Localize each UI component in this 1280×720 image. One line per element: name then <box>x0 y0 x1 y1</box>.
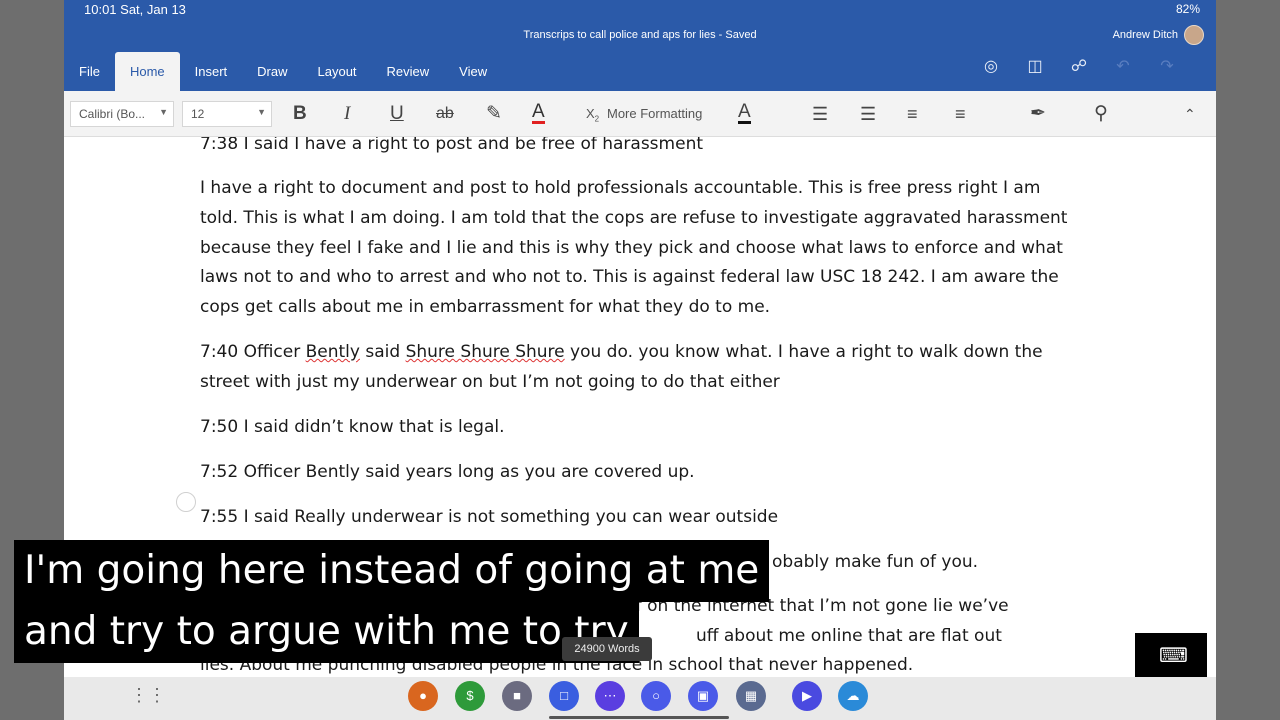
title-bar: 10:01 Sat, Jan 13 82% Transcrips to call… <box>64 0 1216 91</box>
status-time: 10:01 Sat, Jan 13 <box>84 2 186 17</box>
app-icon-money[interactable]: $ <box>455 681 485 711</box>
bold-button[interactable]: B <box>293 103 307 125</box>
strikethrough-button[interactable]: ab <box>436 103 454 125</box>
lightbulb-icon[interactable]: ◎ <box>982 58 1000 76</box>
title-actions: ◎ ◫ ☍ ↶ ↷ <box>982 58 1176 76</box>
font-name-dropdown[interactable]: Calibri (Bo... ▼ <box>70 101 174 127</box>
app-icon-messages[interactable]: ⋯ <box>595 681 625 711</box>
subscript-button[interactable]: X2 <box>586 106 599 124</box>
tab-layout[interactable]: Layout <box>303 52 372 91</box>
styles-icon[interactable]: ✒ <box>1030 103 1046 125</box>
app-icon-folder[interactable]: ■ <box>502 681 532 711</box>
font-size-dropdown[interactable]: 12 ▼ <box>182 101 272 127</box>
subscript-label: X <box>586 106 595 121</box>
app-icon-photos[interactable]: ● <box>408 681 438 711</box>
app-icon-files[interactable]: □ <box>549 681 579 711</box>
user-name[interactable]: Andrew Ditch <box>1113 29 1178 41</box>
paragraph: 7:38 I said I have a right to post and b… <box>200 137 704 154</box>
tab-insert[interactable]: Insert <box>180 52 243 91</box>
undo-icon[interactable]: ↶ <box>1114 58 1132 76</box>
chevron-down-icon: ▼ <box>159 107 168 117</box>
tab-home[interactable]: Home <box>114 52 180 91</box>
app-icon-browser[interactable]: ○ <box>641 681 671 711</box>
taskbar-dock: ⋮⋮ ● $ ■ □ ⋯ ○ ▣ ▦ ▶ ☁ <box>64 677 1216 720</box>
tab-view[interactable]: View <box>444 52 502 91</box>
app-icon-video[interactable]: ▶ <box>792 681 822 711</box>
collapse-ribbon-icon[interactable]: ⌃ <box>1184 103 1196 125</box>
paragraph: 7:55 I said Really underwear is not some… <box>200 507 779 527</box>
redo-icon[interactable]: ↷ <box>1158 58 1176 76</box>
ribbon-tabs: File Home Insert Draw Layout Review View <box>64 52 502 91</box>
highlighter-icon[interactable]: ✎ <box>486 103 502 125</box>
battery-status: 82% <box>1176 2 1200 16</box>
video-caption-line-2: and try to argue with me to try <box>14 601 639 663</box>
battery-level: 82% <box>1175 2 1200 16</box>
paragraph-fragment: uff about me online that are flat out <box>696 626 1002 646</box>
font-name-value: Calibri (Bo... <box>79 107 146 121</box>
app-icon-apps[interactable]: ▦ <box>736 681 766 711</box>
paragraph-text: 7:40 Officer Bently said Shure Shure Shu… <box>200 342 1043 392</box>
italic-button[interactable]: I <box>344 103 350 125</box>
chevron-down-icon: ▼ <box>257 107 266 117</box>
paragraph: 7:50 I said didn’t know that is legal. <box>200 417 505 437</box>
paragraph-handle[interactable] <box>176 492 196 512</box>
paragraph-spacing-icon[interactable]: ≡ <box>955 103 966 125</box>
more-formatting-button[interactable]: More Formatting <box>607 106 702 121</box>
word-count-badge: 24900 Words <box>562 637 652 661</box>
text-color-button[interactable]: A <box>738 102 751 124</box>
font-color-button[interactable]: A <box>532 102 545 124</box>
avatar[interactable] <box>1184 25 1204 45</box>
tab-draw[interactable]: Draw <box>242 52 302 91</box>
app-icon-camera[interactable]: ▣ <box>688 681 718 711</box>
document-title[interactable]: Transcrips to call police and aps for li… <box>64 29 1216 41</box>
home-toolbar: Calibri (Bo... ▼ 12 ▼ B I U ab ✎ A X2 Mo… <box>64 91 1216 137</box>
app-drawer-icon[interactable]: ⋮⋮ <box>130 685 166 706</box>
bullets-icon[interactable]: ☰ <box>812 103 828 125</box>
underline-button[interactable]: U <box>390 103 404 125</box>
align-left-icon[interactable]: ≡ <box>907 103 918 125</box>
reading-view-icon[interactable]: ◫ <box>1026 58 1044 76</box>
font-size-value: 12 <box>191 107 205 121</box>
video-caption-line-1: I'm going here instead of going at me <box>14 540 770 602</box>
paragraph-fragment: obably make fun of you. <box>772 552 979 572</box>
share-icon[interactable]: ☍ <box>1070 58 1088 76</box>
app-icon-cloud[interactable]: ☁ <box>838 681 868 711</box>
paragraph: 7:52 Officer Bently said years long as y… <box>200 462 695 482</box>
keyboard-icon: ⌨ <box>1159 645 1188 667</box>
tab-file[interactable]: File <box>64 52 115 91</box>
paragraph: 7:40 Officer Bently said Shure Shure Shu… <box>200 338 1080 398</box>
numbering-icon[interactable]: ☰ <box>860 103 876 125</box>
search-icon[interactable]: ⚲ <box>1094 103 1108 125</box>
tab-review[interactable]: Review <box>372 52 445 91</box>
keyboard-toggle-button[interactable]: ⌨ <box>1135 633 1207 677</box>
paragraph: I have a right to document and post to h… <box>200 178 1068 318</box>
home-indicator[interactable] <box>549 716 729 719</box>
